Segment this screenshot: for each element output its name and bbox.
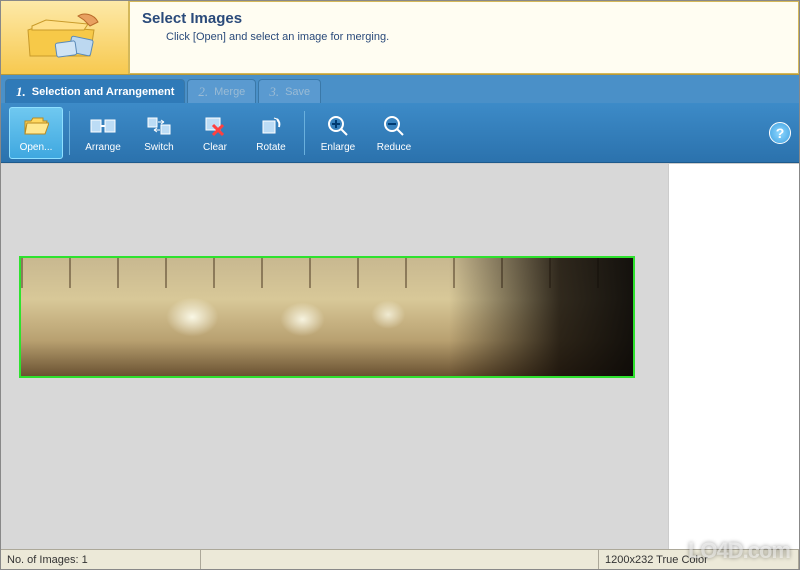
button-label: Reduce [377, 142, 411, 153]
side-panel [669, 164, 799, 549]
arrange-icon [89, 112, 117, 140]
arrange-button[interactable]: Arrange [76, 107, 130, 159]
help-button[interactable]: ? [769, 122, 791, 144]
button-label: Arrange [85, 142, 121, 153]
status-bar: No. of Images: 1 1200x232 True Color [1, 549, 799, 569]
tab-label: Save [285, 86, 310, 98]
image-content-shadow [449, 258, 633, 376]
watermark: LO4D.com [688, 538, 790, 564]
info-banner: Select Images Click [Open] and select an… [1, 1, 799, 75]
button-label: Open... [20, 142, 53, 153]
tab-selection-arrangement[interactable]: 1. Selection and Arrangement [5, 79, 185, 103]
banner-title: Select Images [142, 10, 786, 27]
folder-open-icon [22, 112, 50, 140]
reduce-button[interactable]: Reduce [367, 107, 421, 159]
button-label: Enlarge [321, 142, 355, 153]
enlarge-button[interactable]: Enlarge [311, 107, 365, 159]
help-icon: ? [776, 125, 785, 141]
status-spacer [201, 550, 599, 569]
tab-merge: 2. Merge [187, 79, 256, 103]
tab-number: 2. [198, 84, 208, 100]
tab-number: 1. [16, 84, 26, 100]
toolbar-separator [304, 111, 305, 155]
tab-label: Merge [214, 86, 245, 98]
tab-label: Selection and Arrangement [32, 86, 175, 98]
rotate-button[interactable]: Rotate [244, 107, 298, 159]
banner-icon-area [1, 1, 129, 74]
tab-save: 3. Save [258, 79, 321, 103]
work-area [1, 163, 799, 549]
rotate-icon [257, 112, 285, 140]
folder-photos-icon [20, 8, 110, 68]
zoom-out-icon [380, 112, 408, 140]
app-window: Select Images Click [Open] and select an… [0, 0, 800, 570]
image-canvas[interactable] [1, 164, 669, 549]
status-image-count: No. of Images: 1 [1, 550, 201, 569]
button-label: Rotate [256, 142, 285, 153]
button-label: Clear [203, 142, 227, 153]
clear-button[interactable]: Clear [188, 107, 242, 159]
zoom-in-icon [324, 112, 352, 140]
switch-icon [145, 112, 173, 140]
button-label: Switch [144, 142, 173, 153]
tab-number: 3. [269, 84, 279, 100]
step-tabs: 1. Selection and Arrangement 2. Merge 3.… [1, 75, 799, 103]
clear-icon [201, 112, 229, 140]
banner-text: Select Images Click [Open] and select an… [129, 1, 799, 74]
open-button[interactable]: Open... [9, 107, 63, 159]
toolbar-separator [69, 111, 70, 155]
switch-button[interactable]: Switch [132, 107, 186, 159]
banner-subtitle: Click [Open] and select an image for mer… [142, 31, 786, 43]
toolbar: Open... Arrange Switch Clear Rotate [1, 103, 799, 163]
panorama-image[interactable] [19, 256, 635, 378]
